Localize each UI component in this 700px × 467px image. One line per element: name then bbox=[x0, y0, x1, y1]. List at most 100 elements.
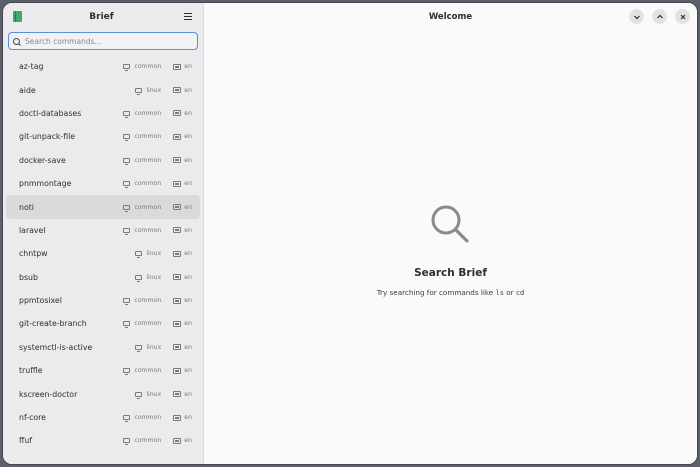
list-item[interactable]: systemctl-is-active linux en bbox=[6, 336, 200, 359]
list-item[interactable]: noti common en bbox=[6, 195, 200, 219]
hamburger-menu-icon[interactable] bbox=[181, 10, 195, 24]
platform-label: common bbox=[134, 156, 162, 164]
language-label: en bbox=[184, 203, 192, 211]
command-meta: common en bbox=[123, 203, 192, 212]
command-name: laravel bbox=[19, 225, 46, 235]
list-item[interactable]: az-tag common en bbox=[6, 55, 200, 78]
platform-label: linux bbox=[146, 250, 162, 258]
platform-label: common bbox=[134, 109, 162, 117]
list-item[interactable]: nf-core common en bbox=[6, 406, 200, 429]
list-item[interactable]: laravel common en bbox=[6, 219, 200, 242]
language-label: en bbox=[184, 156, 192, 164]
language-label: en bbox=[184, 414, 192, 422]
empty-state-title: Search Brief bbox=[414, 267, 487, 279]
monitor-icon bbox=[135, 391, 143, 399]
platform-label: common bbox=[134, 180, 162, 188]
command-name: doctl-databases bbox=[19, 108, 82, 118]
close-icon[interactable] bbox=[675, 9, 690, 24]
monitor-icon bbox=[135, 344, 143, 352]
language-icon bbox=[173, 367, 182, 374]
language-icon bbox=[173, 250, 182, 257]
platform-label: common bbox=[134, 367, 162, 375]
language-icon bbox=[173, 391, 182, 398]
platform-label: linux bbox=[146, 343, 162, 351]
command-name: nf-core bbox=[19, 413, 46, 423]
monitor-icon bbox=[123, 321, 131, 329]
chevron-down-icon[interactable] bbox=[629, 9, 644, 24]
command-name: truffle bbox=[19, 366, 43, 376]
list-item[interactable]: bsub linux en bbox=[6, 266, 200, 289]
large-search-icon bbox=[431, 205, 469, 243]
language-label: en bbox=[184, 390, 192, 398]
list-item[interactable]: pnmmontage common en bbox=[6, 172, 200, 195]
platform-label: common bbox=[134, 437, 162, 445]
list-item[interactable]: git-create-branch common en bbox=[6, 312, 200, 335]
monitor-icon bbox=[123, 438, 131, 446]
language-icon bbox=[173, 63, 182, 70]
command-name: kscreen-doctor bbox=[19, 389, 78, 399]
app-window: Brief az-tagcommonenaidelinuxendoctl-dat… bbox=[3, 3, 697, 464]
platform-label: common bbox=[134, 133, 162, 141]
monitor-icon bbox=[123, 181, 131, 189]
command-name: git-create-branch bbox=[19, 319, 87, 329]
search-input[interactable] bbox=[25, 36, 175, 46]
monitor-icon bbox=[123, 368, 131, 376]
language-icon bbox=[173, 227, 182, 234]
language-icon bbox=[173, 180, 182, 187]
monitor-icon bbox=[123, 415, 131, 423]
monitor-icon bbox=[135, 87, 143, 95]
language-label: en bbox=[184, 250, 192, 258]
command-name: noti bbox=[19, 202, 34, 212]
command-name: chntpw bbox=[19, 249, 48, 259]
command-name: systemctl-is-active bbox=[19, 342, 93, 352]
language-label: en bbox=[184, 437, 192, 445]
list-item[interactable]: aide linux en bbox=[6, 78, 200, 101]
code-ls: ls bbox=[495, 289, 504, 297]
search-box[interactable] bbox=[8, 32, 198, 50]
language-icon bbox=[173, 133, 182, 140]
list-item[interactable]: git-unpack-file common en bbox=[6, 125, 200, 148]
command-name: az-tag bbox=[19, 62, 44, 72]
list-item[interactable]: docker-save common en bbox=[6, 149, 200, 172]
language-label: en bbox=[184, 226, 192, 234]
command-meta: linux en bbox=[135, 274, 192, 282]
list-item[interactable]: chntpw linux en bbox=[6, 242, 200, 265]
language-label: en bbox=[184, 297, 192, 305]
language-label: en bbox=[184, 63, 192, 71]
list-item[interactable]: ppmtosixel common en bbox=[6, 289, 200, 312]
monitor-icon bbox=[123, 204, 131, 212]
command-meta: linux en bbox=[135, 343, 192, 352]
sidebar-title: Brief bbox=[89, 11, 114, 22]
command-meta: linux en bbox=[135, 86, 192, 95]
platform-label: common bbox=[134, 297, 162, 305]
empty-state: Search Brief Try searching for commands … bbox=[204, 203, 697, 297]
language-icon bbox=[173, 344, 182, 351]
language-icon bbox=[173, 274, 182, 281]
page-title: Welcome bbox=[428, 11, 473, 22]
chevron-up-icon[interactable] bbox=[652, 9, 667, 24]
command-meta: common en bbox=[123, 180, 192, 189]
command-meta: common en bbox=[123, 133, 192, 142]
language-icon bbox=[173, 157, 182, 164]
code-cd: cd bbox=[515, 289, 525, 297]
list-item[interactable]: doctl-databases common en bbox=[6, 102, 200, 125]
brief-book-icon bbox=[13, 11, 22, 22]
language-label: en bbox=[184, 86, 192, 94]
command-name: git-unpack-file bbox=[19, 132, 76, 142]
list-item[interactable]: kscreen-doctor linux en bbox=[6, 382, 200, 405]
list-item[interactable]: ffuf common en bbox=[6, 429, 200, 452]
list-item[interactable]: truffle common en bbox=[6, 359, 200, 382]
command-meta: common en bbox=[123, 109, 192, 118]
monitor-icon bbox=[123, 64, 131, 72]
command-meta: common en bbox=[123, 414, 192, 423]
language-label: en bbox=[184, 180, 192, 188]
platform-label: linux bbox=[146, 86, 162, 94]
language-label: en bbox=[184, 367, 192, 375]
language-icon bbox=[173, 437, 182, 444]
command-name: bsub bbox=[19, 272, 38, 282]
sidebar-header: Brief bbox=[3, 3, 203, 30]
language-icon bbox=[173, 297, 182, 304]
monitor-icon bbox=[123, 157, 131, 165]
command-meta: linux en bbox=[135, 390, 192, 399]
language-icon bbox=[173, 87, 182, 94]
